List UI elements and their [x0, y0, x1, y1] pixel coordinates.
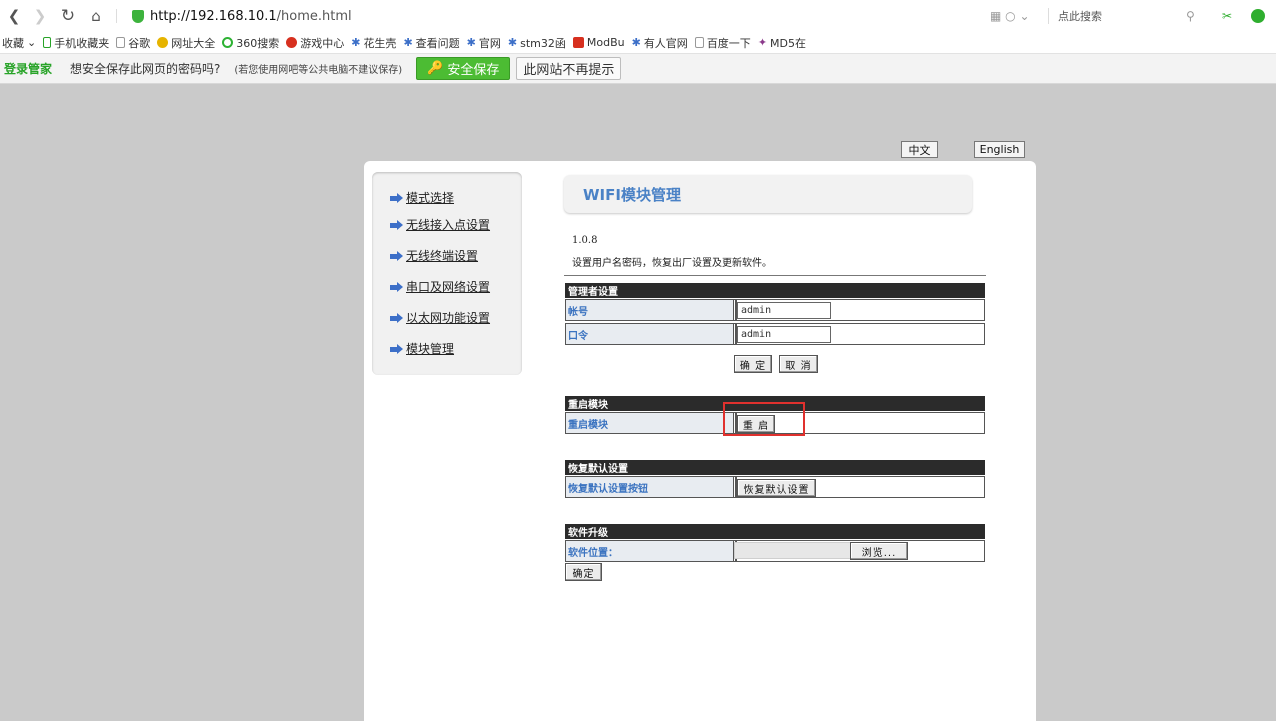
toolbar-divider: [1048, 8, 1049, 24]
bookmark-item[interactable]: 360搜索: [222, 35, 279, 51]
toolbar-divider: [116, 9, 117, 23]
arrow-right-icon: [390, 312, 403, 323]
search-icon[interactable]: ⚲: [1186, 6, 1195, 26]
password-label: 口令: [566, 324, 737, 344]
file-path-field[interactable]: [734, 542, 852, 559]
annotation-highlight-box: [723, 402, 805, 436]
upgrade-section-header: 软件升级: [565, 524, 985, 539]
account-label: 帐号: [566, 300, 737, 320]
md5-icon: ✦: [757, 36, 768, 49]
browser-toolbar: ❮ ❯ ↻ ⌂ http://192.168.10.1/home.html ▦ …: [0, 0, 1276, 32]
key-icon: 🔑: [427, 61, 444, 76]
chevron-down-icon: ⌄: [27, 36, 37, 49]
menu-item-ap[interactable]: 无线接入点设置: [390, 216, 490, 233]
person-icon: ✱: [631, 36, 641, 49]
scissors-icon[interactable]: ✂: [1222, 6, 1232, 26]
lang-zh-button[interactable]: 中文: [901, 141, 938, 158]
bookmark-item[interactable]: ✱ 查看问题: [403, 35, 459, 51]
bookmark-item[interactable]: ✱ 花生壳: [351, 35, 396, 51]
arrow-right-icon: [390, 281, 403, 292]
person-icon: ✱: [351, 36, 361, 49]
search-input[interactable]: 点此搜索: [1058, 6, 1102, 26]
phone-icon: [43, 37, 52, 48]
browse-button[interactable]: 浏览...: [850, 542, 908, 560]
page-icon: [116, 37, 126, 48]
bookmark-item[interactable]: 谷歌: [116, 35, 150, 51]
menu-item-sta[interactable]: 无线终端设置: [390, 247, 478, 264]
factory-section-header: 恢复默认设置: [565, 460, 985, 475]
page-title-box: WIFI模块管理: [564, 175, 972, 213]
admin-ok-button[interactable]: 确 定: [734, 355, 772, 373]
extension-icon[interactable]: [1251, 6, 1265, 26]
side-menu: 模式选择 无线接入点设置 无线终端设置 串口及网络设置 以太网功能设置 模块管理: [372, 172, 522, 375]
bookmark-item[interactable]: ModBu: [572, 36, 625, 49]
reload-icon[interactable]: ↻: [58, 6, 78, 26]
password-save-bar: 登录管家 想安全保存此网页的密码吗? (若您使用网吧等公共电脑不建议保存) 🔑 …: [0, 53, 1276, 84]
restart-label: 重启模块: [566, 413, 737, 433]
divider: [564, 275, 986, 276]
factory-reset-button[interactable]: 恢复默认设置: [737, 479, 816, 497]
bookmark-item[interactable]: 网址大全: [157, 35, 215, 51]
page-title: WIFI模块管理: [583, 185, 681, 204]
person-icon: ✱: [507, 36, 518, 49]
bookmark-item[interactable]: ✱ stm32函: [508, 35, 566, 51]
bookmark-item[interactable]: 收藏 ⌄: [2, 35, 36, 51]
bookmark-item[interactable]: ✱ 有人官网: [632, 35, 688, 51]
menu-item-serial[interactable]: 串口及网络设置: [390, 278, 490, 295]
menu-item-mode[interactable]: 模式选择: [390, 189, 454, 206]
url-host: http://192.168.10.1: [150, 8, 277, 24]
login-manager-brand: 登录管家: [4, 62, 53, 76]
page-icon: [694, 37, 704, 48]
bookmark-item[interactable]: 百度一下: [694, 35, 751, 51]
lang-en-button[interactable]: English: [974, 141, 1025, 158]
person-icon: ✱: [403, 36, 413, 49]
password-note: (若您使用网吧等公共电脑不建议保存): [234, 65, 403, 76]
safe-save-button[interactable]: 🔑 安全保存: [416, 57, 511, 80]
bookmark-item[interactable]: ✱ 官网: [467, 35, 501, 51]
person-icon: ✱: [466, 36, 476, 49]
admin-cancel-button[interactable]: 取 消: [779, 355, 818, 373]
bookmark-item[interactable]: ✦ MD5在: [758, 35, 806, 51]
password-row: 口令: [565, 323, 985, 345]
arrow-right-icon: [390, 219, 403, 230]
account-input[interactable]: [737, 302, 831, 319]
version-text: 1.0.8: [572, 235, 598, 246]
description-text: 设置用户名密码，恢复出厂设置及更新软件。: [572, 258, 772, 269]
home-icon[interactable]: ⌂: [86, 6, 106, 26]
factory-label: 恢复默认设置按钮: [566, 477, 737, 497]
never-prompt-button[interactable]: 此网站不再提示: [516, 57, 622, 80]
password-question: 想安全保存此网页的密码吗?: [70, 62, 221, 76]
upgrade-label: 软件位置：: [566, 541, 737, 561]
address-bar[interactable]: http://192.168.10.1/home.html: [132, 6, 352, 26]
secure-shield-icon: [132, 9, 144, 23]
arrow-right-icon: [390, 343, 403, 354]
page-background: 中文 English 模式选择 无线接入点设置 无线终端设置 串口及网络设置 以…: [0, 84, 1276, 721]
menu-item-module[interactable]: 模块管理: [390, 340, 454, 357]
admin-section-header: 管理者设置: [565, 283, 985, 298]
forward-icon[interactable]: ❯: [30, 6, 50, 26]
reader-mode-icon[interactable]: ▦ ○ ⌄: [990, 6, 1030, 26]
password-input[interactable]: [737, 326, 831, 343]
bookmarks-bar: 收藏 ⌄ 手机收藏夹 谷歌 网址大全 360搜索 游戏中心 ✱ 花生壳 ✱ 查看问题 …: [0, 32, 1276, 53]
upgrade-ok-button[interactable]: 确定: [565, 563, 602, 581]
search-ring-icon: [222, 37, 234, 48]
arrow-right-icon: [390, 192, 403, 203]
menu-item-ethernet[interactable]: 以太网功能设置: [390, 309, 490, 326]
c-logo-icon: [572, 37, 584, 48]
account-row: 帐号: [565, 299, 985, 321]
globe-icon: [157, 37, 169, 48]
arrow-right-icon: [390, 250, 403, 261]
bookmark-item[interactable]: 游戏中心: [286, 35, 344, 51]
game-icon: [286, 37, 298, 48]
url-path: /home.html: [276, 8, 352, 24]
back-icon[interactable]: ❮: [4, 6, 24, 26]
bookmark-item[interactable]: 手机收藏夹: [43, 35, 109, 51]
